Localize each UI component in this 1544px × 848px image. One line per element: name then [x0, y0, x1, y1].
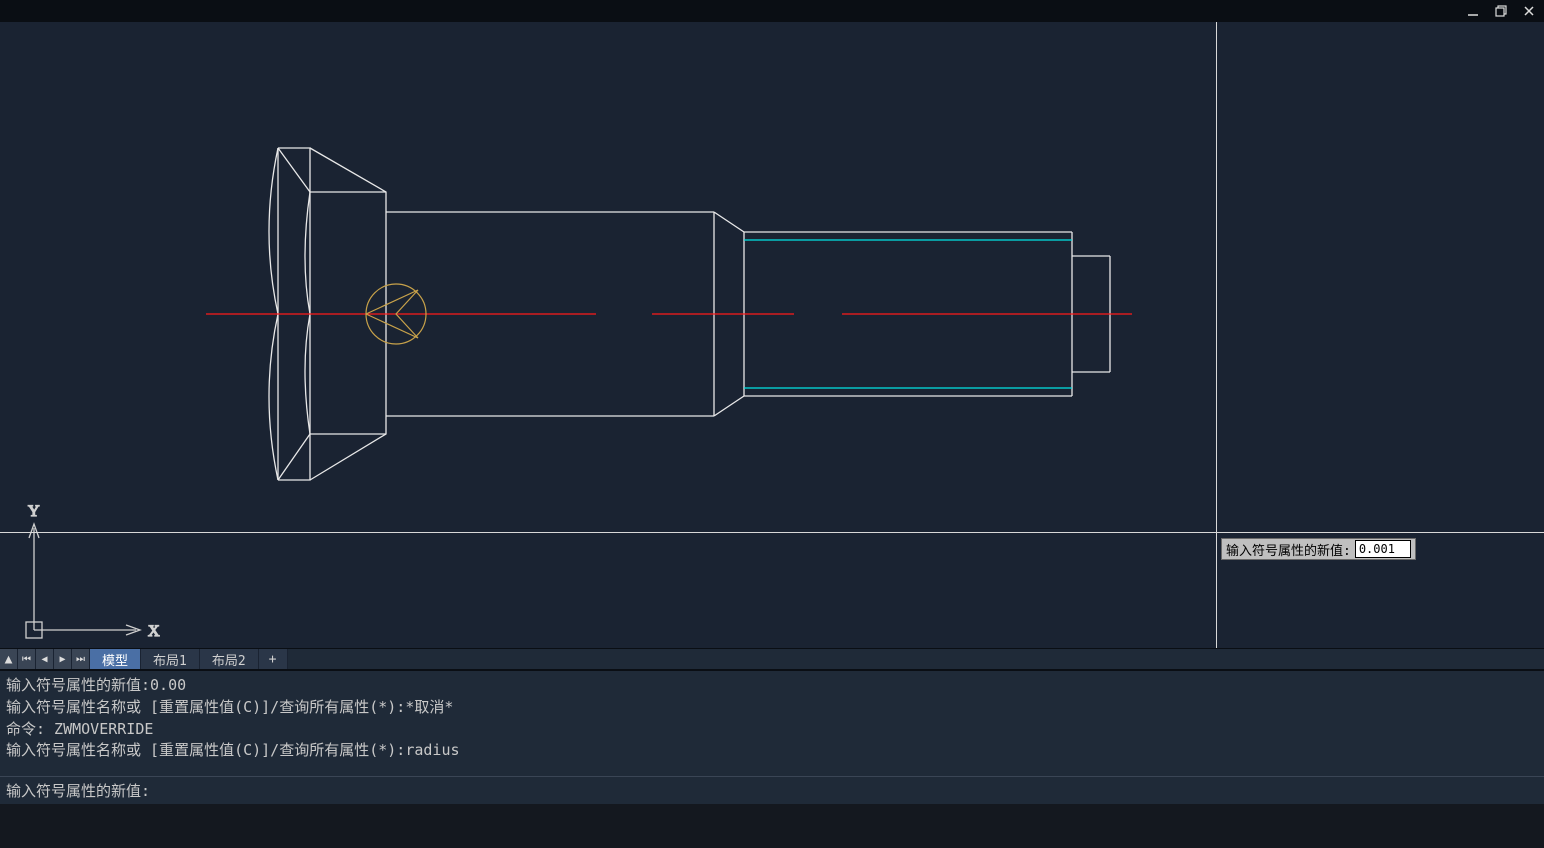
close-button[interactable] — [1520, 4, 1538, 18]
command-prompt-label: 输入符号属性的新值: — [6, 780, 150, 801]
ucs-x-label: X — [148, 623, 160, 640]
tab-nav-next-icon[interactable]: ▶ — [54, 649, 72, 669]
history-line: 输入符号属性名称或 [重置属性值(C)]/查询所有属性(*):radius — [6, 740, 1538, 762]
tab-nav-first-icon[interactable]: ⏮ — [18, 649, 36, 669]
dynamic-input-prompt[interactable]: 输入符号属性的新值: — [1221, 538, 1416, 560]
ucs-y-label: Y — [28, 503, 40, 520]
tab-nav-prev-icon[interactable]: ◀ — [36, 649, 54, 669]
tab-nav-last-icon[interactable]: ⏭ — [72, 649, 90, 669]
command-input-field[interactable] — [152, 782, 1538, 800]
command-history[interactable]: 输入符号属性的新值:0.00 输入符号属性名称或 [重置属性值(C)]/查询所有… — [0, 670, 1544, 776]
dynamic-input-field[interactable] — [1355, 540, 1411, 558]
tab-layout2[interactable]: 布局2 — [200, 649, 259, 669]
minimize-button[interactable] — [1464, 4, 1482, 18]
command-line[interactable]: 输入符号属性的新值: — [0, 776, 1544, 804]
dynamic-input-label: 输入符号属性的新值: — [1226, 540, 1351, 559]
title-bar — [0, 0, 1544, 22]
tab-add-button[interactable]: + — [259, 649, 288, 669]
history-line: 命令: ZWMOVERRIDE — [6, 719, 1538, 741]
history-line: 输入符号属性名称或 [重置属性值(C)]/查询所有属性(*):*取消* — [6, 697, 1538, 719]
layout-tab-bar: ▲ ⏮ ◀ ▶ ⏭ 模型 布局1 布局2 + — [0, 648, 1544, 670]
tab-model[interactable]: 模型 — [90, 649, 141, 669]
restore-button[interactable] — [1492, 4, 1510, 18]
status-bar — [0, 804, 1544, 848]
history-line: 输入符号属性的新值:0.00 — [6, 675, 1538, 697]
tab-layout1[interactable]: 布局1 — [141, 649, 200, 669]
tab-nav-up-icon[interactable]: ▲ — [0, 649, 18, 669]
